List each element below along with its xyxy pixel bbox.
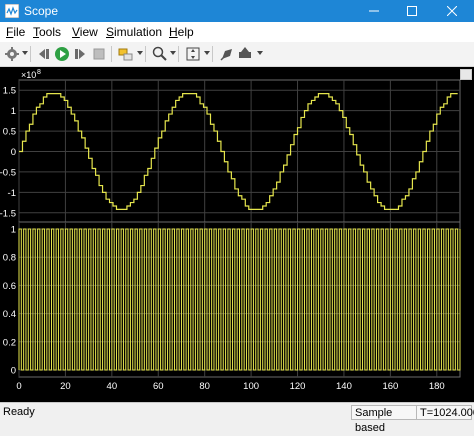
y-tick-label: 0 (11, 365, 16, 376)
autoscale-icon[interactable] (184, 45, 202, 63)
y-tick-label: 0.6 (3, 281, 16, 292)
y-tick-label: 1.5 (3, 86, 16, 97)
scope-app-icon (5, 4, 19, 18)
y-tick-label: 0 (11, 147, 16, 158)
x-tick-label: 120 (290, 381, 306, 392)
toolbar-separator (111, 46, 112, 62)
step-back-icon[interactable] (35, 45, 53, 63)
y-tick-label: 0.8 (3, 253, 16, 264)
x-tick-label: 100 (243, 381, 259, 392)
x-tick-label: 140 (336, 381, 352, 392)
scope-plots: 1.510.50-0.5-1-1.5×10 810.80.60.40.200 20 4… (0, 69, 461, 392)
status-ready: Ready (3, 406, 35, 418)
y-tick-label: 1 (11, 106, 16, 117)
y-tick-label: 1 (11, 225, 16, 236)
x-tick-label: 40 (107, 381, 118, 392)
toolbar-separator (145, 46, 146, 62)
x-tick-label: 180 (429, 381, 445, 392)
x-tick-label: 0 (16, 381, 21, 392)
x-tick-label: 160 (382, 381, 398, 392)
y-tick-label: -0.5 (0, 167, 16, 178)
maximize-icon[interactable] (394, 0, 430, 22)
undock-icon[interactable] (460, 69, 472, 80)
status-sample-based: Sample based (351, 405, 417, 434)
y-exponent-label: ×10 (21, 70, 36, 80)
menu-tools[interactable]: Tools (33, 25, 61, 39)
highlight-block-icon[interactable] (117, 45, 135, 63)
status-bar: Ready Sample based T=1024.000 (0, 402, 474, 434)
x-tick-label: 80 (199, 381, 210, 392)
y-tick-label: -1 (8, 188, 16, 199)
menu-simulation[interactable]: Simulation (106, 25, 162, 39)
y-tick-label: 0.4 (3, 309, 16, 320)
write-data-icon[interactable] (218, 45, 236, 63)
autoscale-dropdown-icon[interactable] (204, 51, 210, 55)
settings-dropdown-icon[interactable] (22, 51, 28, 55)
x-tick-label: 20 (60, 381, 71, 392)
menu-view[interactable]: View (72, 25, 98, 39)
minimize-icon[interactable] (356, 0, 392, 22)
settings-icon[interactable] (3, 45, 21, 63)
title-bar: Scope (0, 0, 474, 22)
step-forward-icon[interactable] (71, 45, 89, 63)
toolbar-separator (30, 46, 31, 62)
toolbar-separator (178, 46, 179, 62)
menu-bar: File Tools View Simulation Help (0, 22, 474, 42)
data-cursor-icon[interactable] (236, 45, 254, 63)
y-exponent-power: 8 (37, 69, 41, 76)
toolbar-separator (212, 46, 213, 62)
y-tick-label: 0.5 (3, 127, 16, 138)
measurements-dropdown-icon[interactable] (257, 51, 263, 55)
y-tick-label: -1.5 (0, 208, 16, 219)
window-title: Scope (24, 4, 59, 18)
scope-display: 1.5 1 0.5 0 -0.5 -1 -1.5 ×10 8 1 0.8 0.6 0.4 0.2 0 0 20 4… (0, 67, 474, 402)
run-icon[interactable] (53, 45, 71, 63)
status-time: T=1024.000 (416, 405, 474, 420)
menu-help[interactable]: Help (169, 25, 194, 39)
close-icon[interactable] (434, 0, 470, 22)
zoom-dropdown-icon[interactable] (170, 51, 176, 55)
zoom-icon[interactable] (151, 45, 169, 63)
toolbar (0, 42, 474, 67)
menu-file[interactable]: File (6, 25, 25, 39)
highlight-dropdown-icon[interactable] (137, 51, 143, 55)
x-tick-label: 60 (153, 381, 164, 392)
stop-icon[interactable] (90, 45, 108, 63)
y-tick-label: 0.2 (3, 337, 16, 348)
